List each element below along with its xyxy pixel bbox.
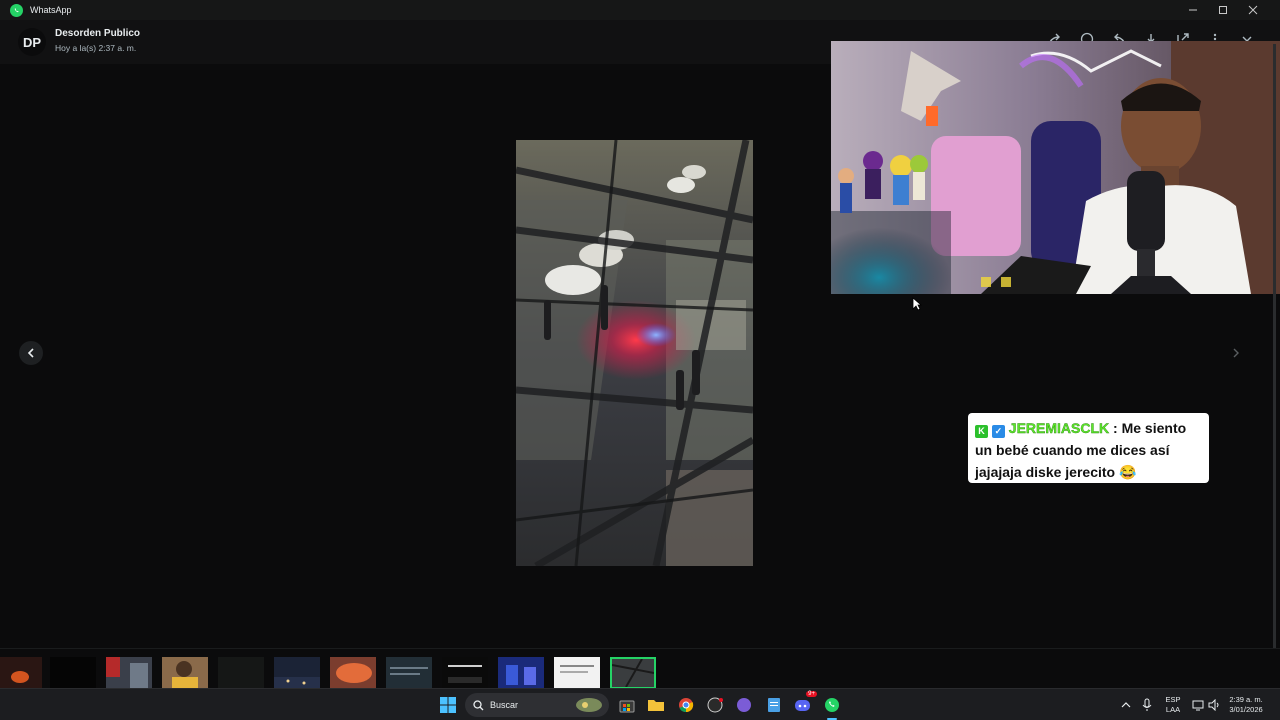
thumbnail[interactable] — [386, 657, 432, 689]
minimize-button[interactable] — [1178, 0, 1208, 20]
message-timestamp: Hoy a la(s) 2:37 a. m. — [55, 43, 137, 53]
sender-name: Desorden Publico — [55, 28, 141, 39]
windows-taskbar: Buscar 9+ ESP LAA 2:39 a. m. 3/01/2026 — [0, 688, 1280, 720]
taskbar-search-input[interactable]: Buscar — [465, 693, 609, 717]
thumbnail[interactable] — [50, 657, 96, 689]
mouse-cursor-icon — [912, 297, 923, 311]
chat-username: JEREMIASCLK — [1008, 420, 1110, 436]
streaming-app-icon[interactable] — [734, 695, 754, 715]
language-code: ESP — [1165, 695, 1181, 704]
clock-date: 3/01/2026 — [1229, 705, 1263, 714]
maximize-button[interactable] — [1208, 0, 1238, 20]
thumbnail[interactable] — [554, 657, 600, 689]
obs-icon[interactable] — [705, 695, 725, 715]
discord-notification-badge: 9+ — [806, 691, 817, 697]
chrome-icon[interactable] — [676, 695, 696, 715]
window-title: WhatsApp — [30, 5, 72, 15]
language-indicator[interactable]: ESP LAA — [1162, 695, 1184, 715]
file-explorer-icon[interactable] — [646, 695, 666, 715]
search-icon — [473, 699, 484, 711]
chat-separator: : — [1109, 420, 1122, 436]
laughing-emoji: 😂 — [1118, 464, 1137, 480]
thumbnail-selected[interactable] — [610, 657, 656, 689]
thumbnail[interactable] — [274, 657, 320, 689]
thumbnail[interactable] — [218, 657, 264, 689]
webcam-overlay — [831, 41, 1280, 294]
search-placeholder: Buscar — [490, 700, 519, 710]
kick-badge-icon: K — [975, 425, 988, 438]
discord-icon[interactable]: 9+ — [793, 691, 817, 715]
thumbnail[interactable] — [0, 657, 42, 689]
chevron-left-icon[interactable] — [19, 341, 43, 365]
clock-time: 2:39 a. m. — [1229, 695, 1263, 704]
chevron-right-icon[interactable] — [1226, 343, 1246, 363]
volume-icon[interactable] — [1204, 695, 1224, 715]
keyboard-layout: LAA — [1165, 705, 1181, 714]
thumbnail[interactable] — [106, 657, 152, 689]
avatar[interactable]: DP — [18, 28, 46, 56]
chevron-up-icon[interactable] — [1116, 695, 1136, 715]
windows-start-icon[interactable] — [438, 695, 458, 715]
thumbnail[interactable] — [442, 657, 488, 689]
whatsapp-icon — [10, 3, 23, 17]
system-clock[interactable]: 2:39 a. m. 3/01/2026 — [1224, 695, 1268, 715]
thumbnail[interactable] — [330, 657, 376, 689]
microsoft-store-icon[interactable] — [617, 695, 637, 715]
scrollbar[interactable] — [1270, 44, 1280, 680]
whatsapp-taskbar-icon[interactable] — [822, 695, 842, 720]
thumbnail[interactable] — [498, 657, 544, 689]
search-highlight-icon — [575, 697, 603, 713]
microphone-icon[interactable] — [1137, 695, 1157, 715]
stream-chat-overlay: K ✓ JEREMIASCLK : Me siento un bebé cuan… — [968, 413, 1209, 483]
thumbnail[interactable] — [162, 657, 208, 689]
window-titlebar: WhatsApp — [0, 0, 1280, 20]
media-video-frame[interactable] — [516, 140, 753, 566]
close-window-button[interactable] — [1238, 0, 1268, 20]
media-thumbnail-strip — [0, 648, 1280, 689]
verified-badge-icon: ✓ — [991, 425, 1005, 438]
notepad-icon[interactable] — [764, 695, 784, 715]
